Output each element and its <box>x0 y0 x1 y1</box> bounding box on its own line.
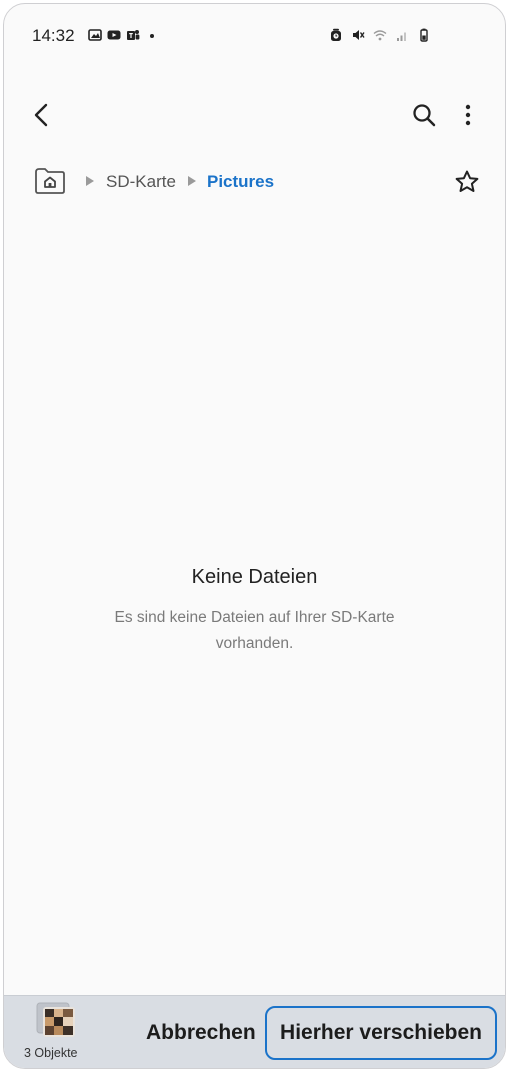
alarm-icon <box>331 28 341 41</box>
notification-icons <box>88 28 159 42</box>
star-icon <box>455 170 479 192</box>
status-time: 14:32 <box>32 26 75 45</box>
selected-count: 3 Objekte <box>24 1046 78 1060</box>
more-options-button[interactable] <box>448 95 488 135</box>
search-button[interactable] <box>404 95 444 135</box>
bottom-action-bar: 3 Objekte Abbrechen Hierher verschieben <box>4 995 505 1068</box>
battery-icon <box>420 28 428 42</box>
system-icons <box>329 28 431 42</box>
youtube-icon <box>107 30 121 40</box>
mute-icon <box>353 30 365 40</box>
back-arrow-icon <box>34 103 48 127</box>
home-folder-icon <box>35 168 65 194</box>
dot-icon <box>150 34 154 38</box>
favorite-button[interactable] <box>447 162 487 202</box>
cancel-button[interactable]: Abbrechen <box>140 1012 262 1054</box>
chevron-right-icon <box>188 176 196 186</box>
gallery-icon <box>88 29 102 41</box>
breadcrumb-item-sd-card[interactable]: SD-Karte <box>106 172 176 192</box>
app-bar <box>4 89 505 145</box>
move-here-button[interactable]: Hierher verschieben <box>265 1006 497 1060</box>
status-bar: 14:32 <box>4 4 505 64</box>
phone-screen: 14:32 SD-Karte Pictures Keine Dateien Es… <box>3 3 506 1069</box>
more-vert-icon <box>465 104 471 126</box>
selected-items-thumbnail <box>36 1002 75 1037</box>
empty-state-title: Keine Dateien <box>191 566 318 588</box>
breadcrumb-item-pictures[interactable]: Pictures <box>207 172 274 192</box>
chevron-right-icon <box>86 176 94 186</box>
wifi-icon <box>373 30 387 41</box>
teams-icon <box>127 30 140 40</box>
signal-icon <box>397 32 406 41</box>
empty-state: Keine Dateien Es sind keine Dateien auf … <box>4 566 505 657</box>
breadcrumb: SD-Karte Pictures <box>4 162 505 202</box>
empty-state-description: Es sind keine Dateien auf Ihrer SD-Karte… <box>114 609 395 652</box>
search-icon <box>413 104 436 127</box>
back-button[interactable] <box>22 95 62 135</box>
home-button[interactable] <box>34 167 66 200</box>
